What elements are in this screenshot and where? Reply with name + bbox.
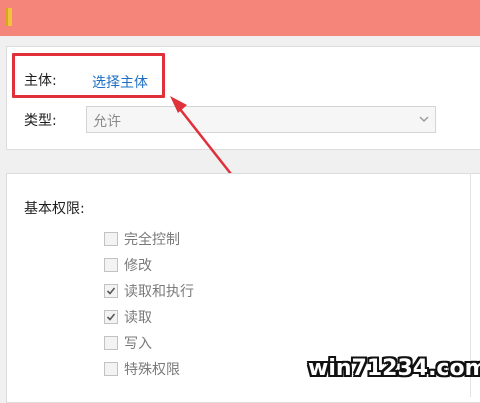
- permission-label: 特殊权限: [124, 362, 180, 378]
- permission-checkbox[interactable]: [104, 284, 118, 298]
- permission-label: 写入: [124, 336, 152, 352]
- permission-checkbox[interactable]: [104, 232, 118, 246]
- permission-checkbox[interactable]: [104, 258, 118, 272]
- permission-checkbox[interactable]: [104, 310, 118, 324]
- permissions-heading: 基本权限:: [24, 201, 85, 217]
- permission-label: 读取和执行: [124, 284, 194, 300]
- permission-checkbox[interactable]: [104, 362, 118, 376]
- checkmark-icon: [106, 287, 116, 295]
- checkmark-icon: [106, 313, 116, 321]
- permission-label: 修改: [124, 258, 152, 274]
- permission-checkbox[interactable]: [104, 336, 118, 350]
- permission-label: 读取: [124, 310, 152, 326]
- watermark-text: win71234.com: [308, 356, 480, 381]
- permission-label: 完全控制: [124, 232, 180, 248]
